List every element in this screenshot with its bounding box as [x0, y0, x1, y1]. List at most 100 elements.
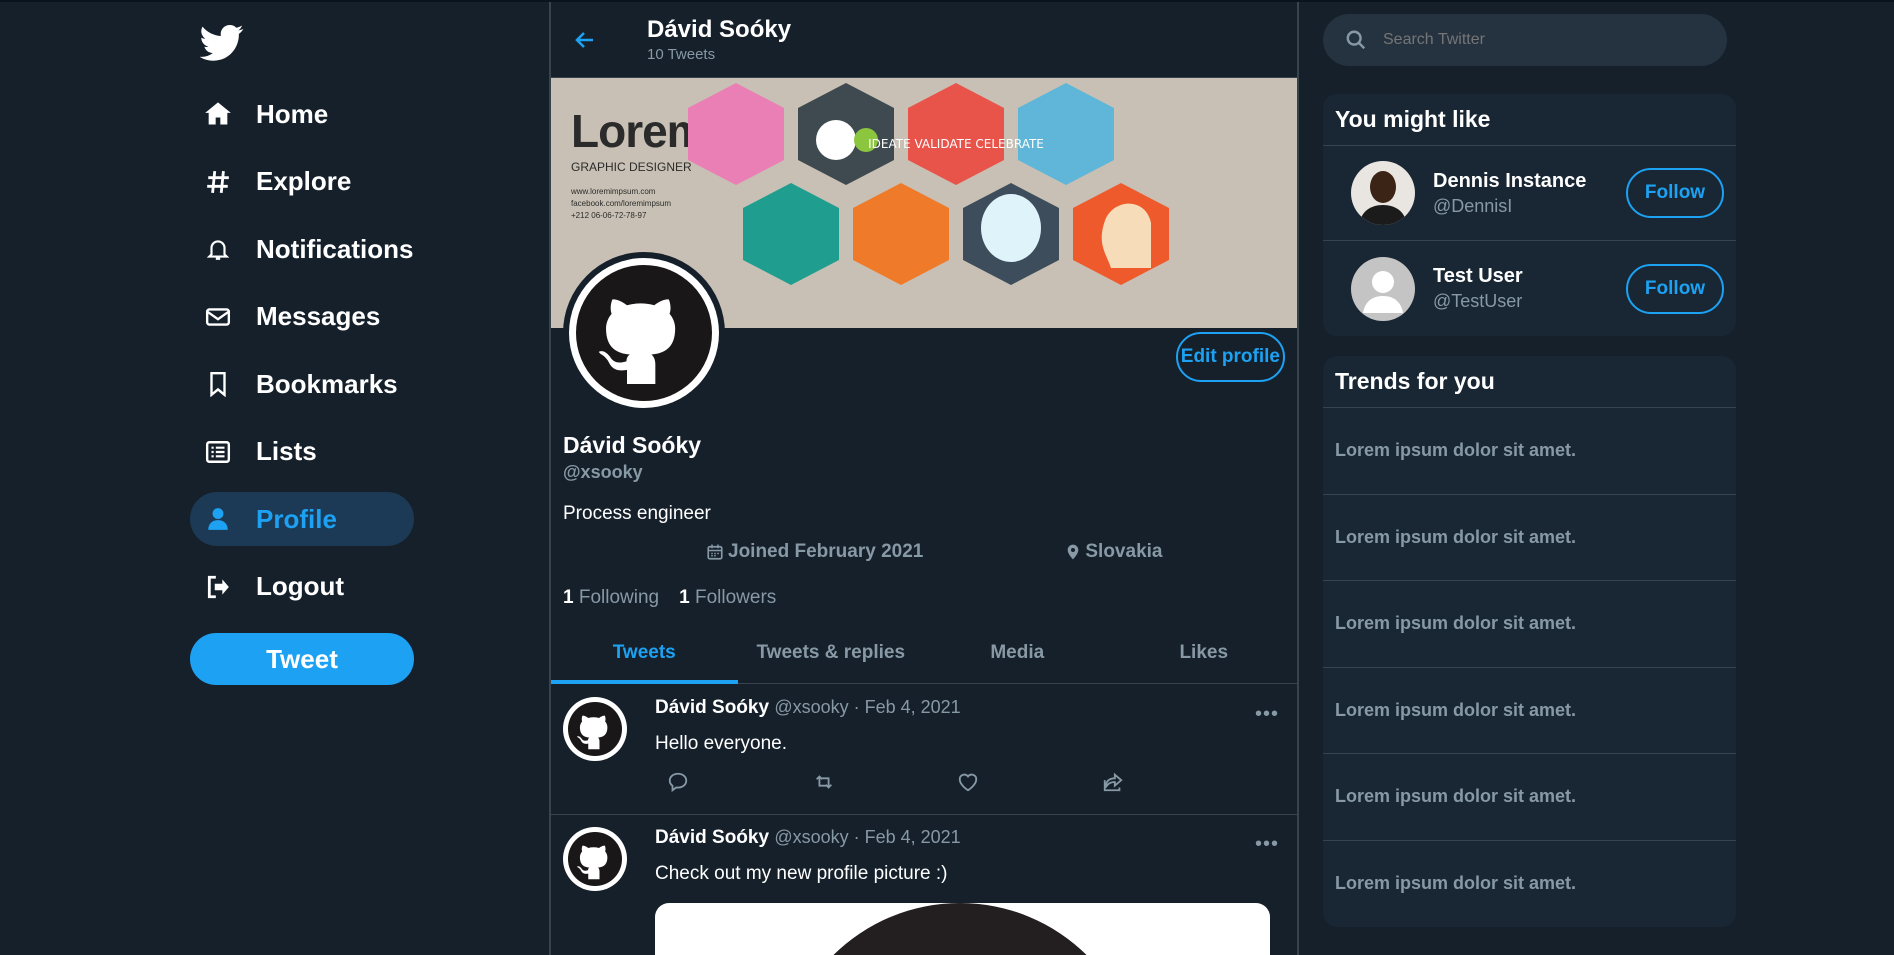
suggested-user-text: Dennis Instance @DennisI: [1433, 170, 1586, 217]
trend-item[interactable]: Lorem ipsum dolor sit amet.: [1323, 495, 1736, 581]
nav-notifications-label: Notifications: [256, 233, 414, 264]
followers-label: Followers: [694, 587, 777, 608]
profile-location: Slovakia: [1065, 541, 1162, 563]
tweet-actions: [667, 771, 1275, 798]
github-octocat-icon: [576, 265, 712, 401]
tab-media[interactable]: Media: [924, 622, 1111, 683]
nav-explore[interactable]: Explore: [190, 155, 420, 209]
edit-profile-button[interactable]: Edit profile: [1175, 332, 1285, 382]
nav-lists[interactable]: Lists: [190, 425, 420, 479]
trend-item[interactable]: Lorem ipsum dolor sit amet.: [1323, 408, 1736, 495]
search-icon: [1346, 30, 1366, 50]
user-icon: [202, 503, 234, 535]
nav-lists-label: Lists: [256, 436, 317, 466]
suggested-user[interactable]: Test User @TestUser Follow: [1323, 241, 1736, 336]
suggested-user-avatar[interactable]: [1351, 256, 1415, 321]
profile-location-text: Slovakia: [1085, 541, 1163, 562]
trend-item[interactable]: Lorem ipsum dolor sit amet.: [1323, 841, 1736, 928]
nav-notifications[interactable]: Notifications: [190, 222, 420, 276]
trends-title: Trends for you: [1323, 356, 1736, 408]
left-nav: Home Explore Notifications Messages Book…: [190, 20, 420, 685]
nav-home[interactable]: Home: [190, 87, 420, 141]
nav-messages[interactable]: Messages: [190, 290, 420, 344]
more-options-icon[interactable]: •••: [1255, 833, 1279, 856]
logout-icon: [202, 571, 234, 603]
heart-icon: [958, 773, 978, 792]
suggested-user-name: Test User: [1433, 265, 1523, 287]
nav-messages-label: Messages: [256, 301, 381, 331]
tab-likes[interactable]: Likes: [1111, 622, 1298, 683]
suggested-user[interactable]: Dennis Instance @DennisI Follow: [1323, 146, 1736, 241]
tweet-body: Dávid Soóky @xsooky · Feb 4, 2021 Hello …: [655, 697, 1275, 798]
profile-avatar-image: [569, 258, 719, 408]
trend-item[interactable]: Lorem ipsum dolor sit amet.: [1323, 754, 1736, 841]
nav-bookmarks[interactable]: Bookmarks: [190, 357, 420, 411]
share-button[interactable]: [1102, 771, 1247, 798]
suggested-user-text: Test User @TestUser: [1433, 265, 1523, 312]
profile-name: Dávid Soóky: [563, 432, 702, 458]
bookmark-icon: [202, 368, 234, 400]
tweet-media-image[interactable]: [655, 903, 1270, 955]
nav-explore-label: Explore: [256, 166, 352, 196]
tweet-author-name[interactable]: Dávid Soóky: [655, 697, 769, 718]
search-input[interactable]: [1383, 31, 1703, 49]
tweet-item[interactable]: Dávid Soóky @xsooky · Feb 4, 2021 Hello …: [551, 685, 1297, 815]
trend-item[interactable]: Lorem ipsum dolor sit amet.: [1323, 581, 1736, 668]
back-arrow-icon[interactable]: [573, 28, 597, 52]
profile-meta: Joined February 2021 Slovakia: [563, 541, 1283, 563]
who-to-follow-panel: You might like Dennis Instance @DennisI …: [1323, 94, 1736, 336]
nav-profile-label: Profile: [256, 503, 337, 534]
calendar-icon: [707, 544, 723, 560]
profile-topbar: Dávid Soóky 10 Tweets: [551, 2, 1297, 78]
tweet-date: · Feb 4, 2021: [848, 697, 961, 717]
followers-count: 1: [679, 587, 690, 608]
suggested-user-avatar[interactable]: [1351, 161, 1415, 225]
nav-profile[interactable]: Profile: [190, 492, 414, 546]
home-icon: [202, 98, 234, 130]
tab-tweets[interactable]: Tweets: [551, 622, 738, 684]
banner-hex-text: IDEATE VALIDATE CELEBRATE: [868, 137, 1044, 151]
default-avatar-icon: [1351, 256, 1415, 321]
follow-button[interactable]: Follow: [1626, 263, 1724, 314]
profile-joined: Joined February 2021: [706, 541, 923, 563]
trend-item[interactable]: Lorem ipsum dolor sit amet.: [1323, 668, 1736, 754]
trends-panel: Trends for you Lorem ipsum dolor sit ame…: [1323, 356, 1736, 927]
profile-bio: Process engineer: [563, 503, 711, 524]
followers-link[interactable]: 1 Followers: [679, 587, 776, 609]
tweet-avatar[interactable]: [563, 827, 627, 891]
tweet-header: Dávid Soóky @xsooky · Feb 4, 2021: [655, 827, 1275, 849]
retweet-button[interactable]: [812, 771, 957, 798]
nav-logout[interactable]: Logout: [190, 560, 420, 614]
more-options-icon[interactable]: •••: [1255, 703, 1279, 726]
like-button[interactable]: [957, 771, 1102, 798]
topbar-name: Dávid Soóky: [647, 16, 792, 43]
share-icon: [1103, 772, 1123, 792]
profile-info: Dávid Soóky @xsooky Process engineer Joi…: [563, 432, 1283, 609]
twitter-logo-icon[interactable]: [199, 20, 244, 64]
tweet-author-handle: @xsooky: [774, 827, 849, 847]
right-sidebar: You might like Dennis Instance @DennisI …: [1323, 14, 1738, 927]
topbar-tweet-count: 10 Tweets: [647, 46, 716, 63]
github-octocat-icon: [568, 702, 622, 756]
tweet-avatar[interactable]: [563, 697, 627, 761]
profile-follow-stats: 1 Following 1 Followers: [563, 587, 1283, 609]
tweet-date: · Feb 4, 2021: [848, 827, 961, 847]
follow-button[interactable]: Follow: [1626, 168, 1724, 218]
nav-logout-label: Logout: [256, 571, 345, 601]
nav-bookmarks-label: Bookmarks: [256, 368, 398, 399]
following-link[interactable]: 1 Following: [563, 587, 659, 609]
tweet-author-name[interactable]: Dávid Soóky: [655, 827, 769, 848]
nav-home-label: Home: [256, 98, 329, 129]
search-bar[interactable]: [1323, 14, 1727, 66]
suggested-user-handle: @TestUser: [1433, 291, 1523, 311]
tweet-text: Hello everyone.: [655, 733, 788, 754]
profile-avatar[interactable]: [563, 252, 725, 414]
reply-button[interactable]: [667, 771, 812, 798]
topbar-text: Dávid Soóky 10 Tweets: [647, 16, 791, 63]
tweet-item[interactable]: Dávid Soóky @xsooky · Feb 4, 2021 Check …: [551, 815, 1297, 955]
person-photo: [1351, 161, 1415, 225]
tab-tweets-replies[interactable]: Tweets & replies: [738, 622, 925, 683]
tweet-button[interactable]: Tweet: [190, 633, 414, 685]
comment-icon: [668, 772, 688, 793]
profile-joined-text: Joined February 2021: [728, 541, 924, 562]
